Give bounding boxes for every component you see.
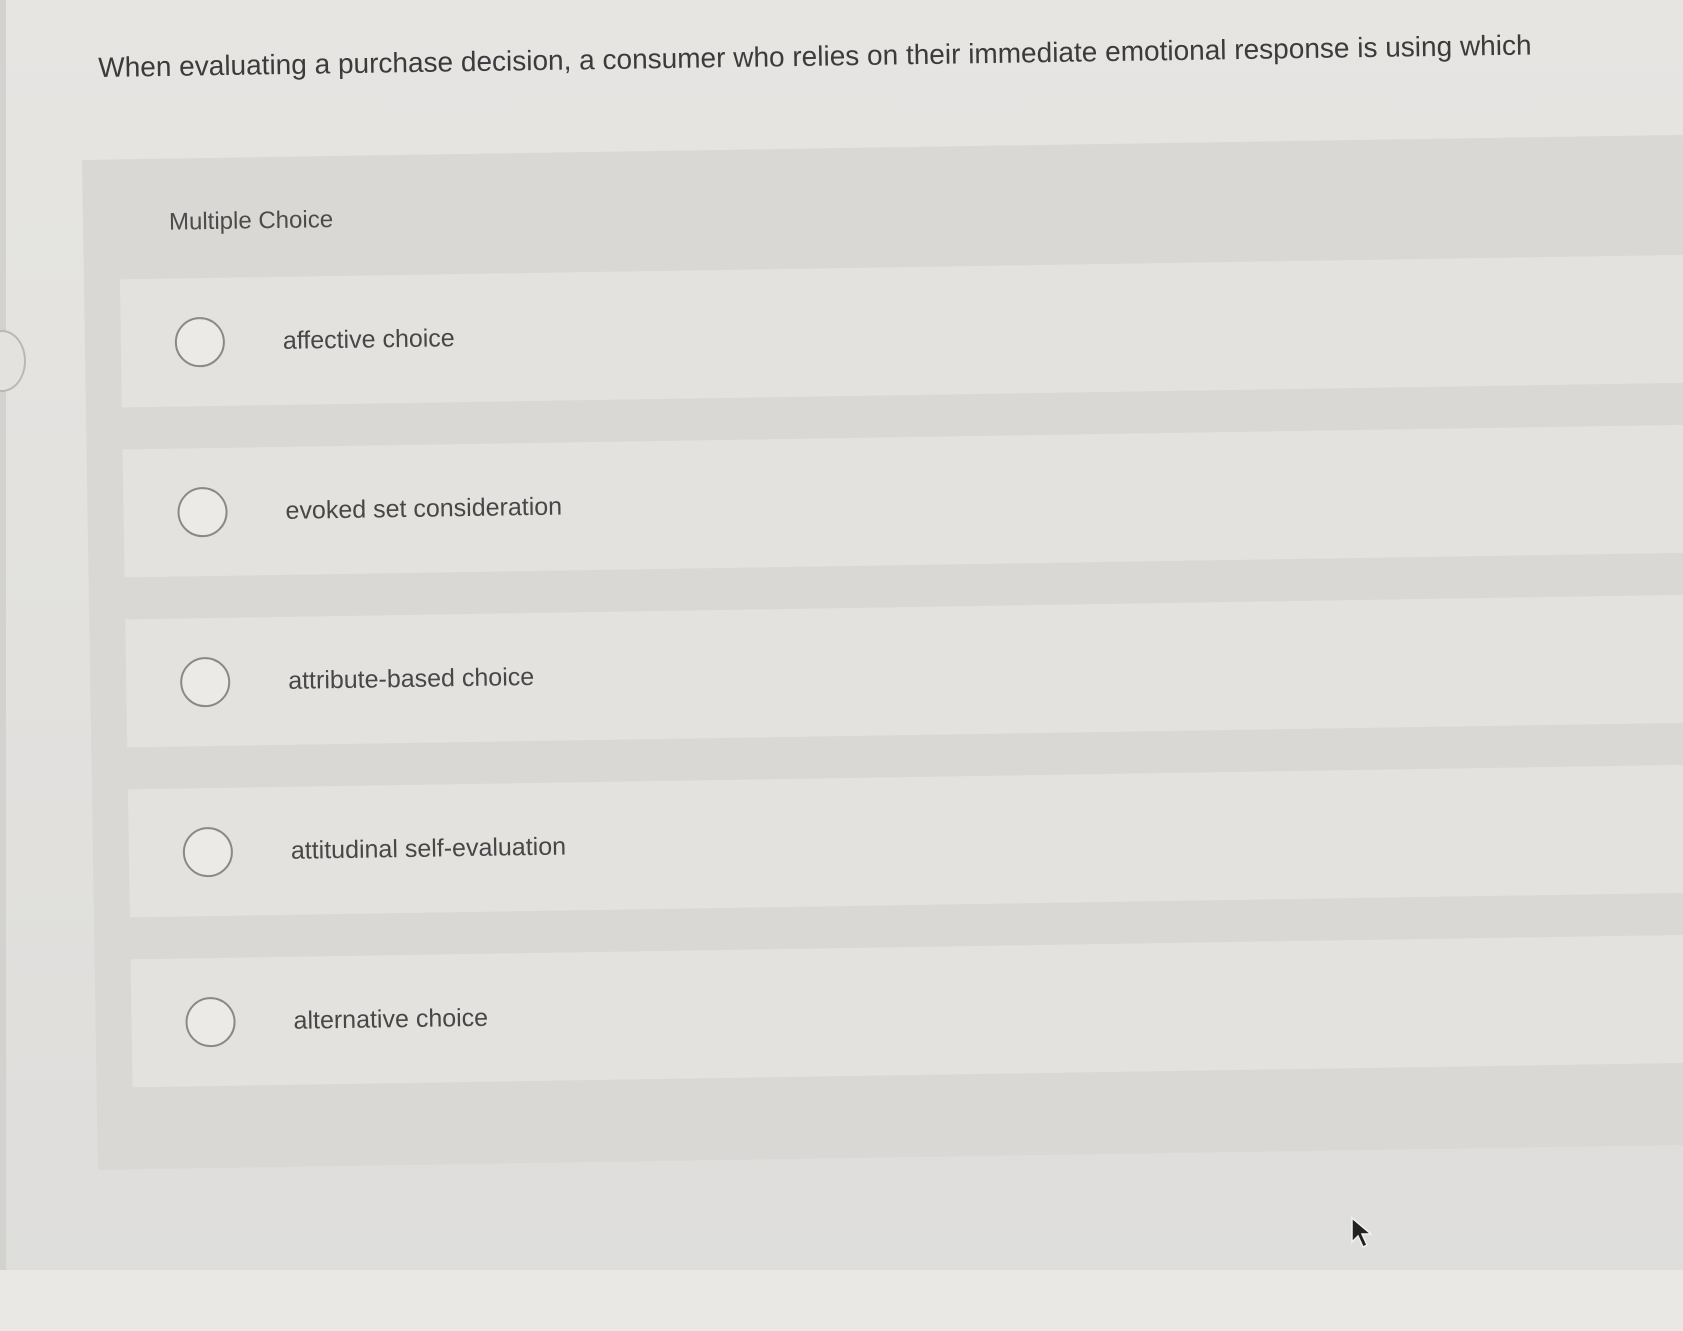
question-text: When evaluating a purchase decision, a c… — [98, 29, 1532, 83]
radio-unselected-icon[interactable] — [174, 316, 226, 368]
page-footer-band — [0, 1270, 1683, 1331]
option-label: evoked set consideration — [285, 492, 563, 525]
radio-unselected-icon[interactable] — [185, 996, 236, 1048]
radio-unselected-icon[interactable] — [179, 656, 231, 708]
question-type-label: Multiple Choice — [168, 206, 334, 236]
mouse-pointer-icon — [1351, 1216, 1374, 1249]
option-alternative-choice[interactable]: alternative choice — [130, 934, 1683, 1088]
quiz-page: When evaluating a purchase decision, a c… — [0, 0, 1683, 1331]
option-label: attribute-based choice — [287, 662, 535, 695]
option-attribute-based-choice[interactable]: attribute-based choice — [125, 594, 1683, 748]
radio-unselected-icon[interactable] — [182, 826, 234, 878]
option-label: attitudinal self-evaluation — [290, 831, 567, 865]
option-label: alternative choice — [293, 1003, 489, 1035]
multiple-choice-panel: Multiple Choice affective choice evoked … — [82, 134, 1683, 1170]
option-attitudinal-self-evaluation[interactable]: attitudinal self-evaluation — [127, 764, 1683, 918]
side-drawer-toggle[interactable] — [0, 330, 26, 392]
option-affective-choice[interactable]: affective choice — [119, 254, 1683, 408]
option-label: affective choice — [282, 323, 455, 355]
radio-unselected-icon[interactable] — [177, 486, 228, 538]
window-left-edge — [0, 0, 6, 1331]
option-evoked-set-consideration[interactable]: evoked set consideration — [122, 424, 1683, 578]
